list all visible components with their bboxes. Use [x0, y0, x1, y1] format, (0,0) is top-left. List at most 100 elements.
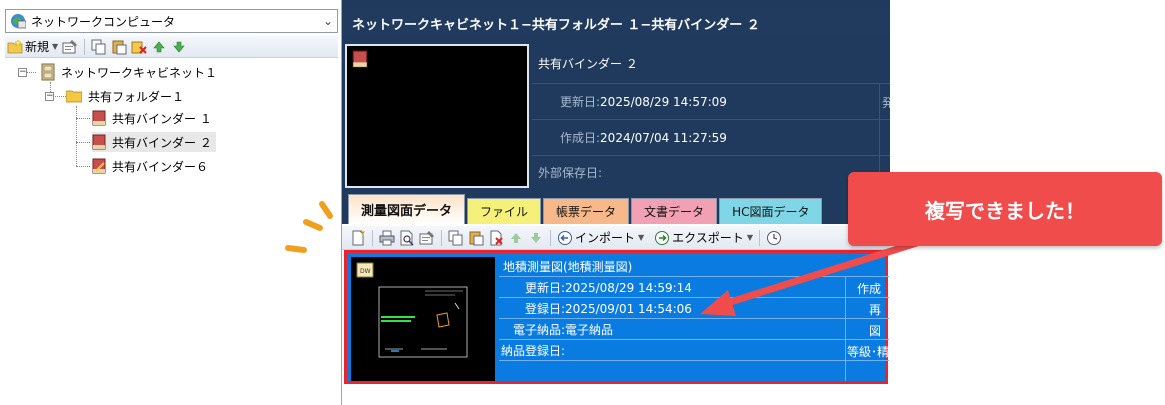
tree-node-label: 共有バインダー １	[112, 111, 212, 126]
import-label: インポート	[575, 231, 636, 245]
binder-preview	[345, 44, 529, 188]
delete-icon	[490, 230, 503, 245]
tree-node-cabinet[interactable]: − ネットワークキャビネット１	[18, 62, 217, 82]
folder-icon	[66, 90, 82, 103]
tab-survey-drawing[interactable]: 測量図面データ	[348, 194, 466, 224]
import-button[interactable]: インポート ▼	[555, 228, 646, 248]
print-button[interactable]	[377, 228, 397, 248]
binder-info-panel: 共有バインダー ２ 更新日: 2025/08/29 14:57:09 作成日: …	[342, 40, 890, 190]
toolbar-separator	[372, 229, 373, 246]
callout-text: 複写できました！	[925, 198, 1085, 223]
record-delivery-date-row: 納品登録日:	[499, 340, 889, 361]
copy-icon	[91, 39, 106, 54]
record-delivery: 電子納品:電子納品	[513, 322, 614, 337]
right-pane: ネットワークキャビネット１−共有フォルダー １−共有バインダー ２ 共有バインダ…	[342, 0, 890, 405]
tree-connector	[76, 142, 90, 143]
cabinet-tree: − ネットワークキャビネット１ − 共有フォルダー１ 共有バインダー １ 共有バ…	[12, 62, 334, 182]
new-button[interactable]: 新規 ▼	[5, 37, 60, 57]
copy-button[interactable]	[446, 228, 466, 248]
tree-node-label: 共有バインダー ２	[112, 135, 212, 150]
move-up-button[interactable]	[149, 37, 169, 57]
data-tabs: 測量図面データ ファイル 帳票データ 文書データ HC図面データ	[348, 194, 824, 224]
export-arrow-icon	[655, 230, 670, 245]
tree-node-folder[interactable]: − 共有フォルダー１	[45, 86, 184, 106]
move-down-button[interactable]	[169, 37, 189, 57]
collapse-toggle[interactable]: −	[45, 91, 54, 101]
binder-icon	[92, 110, 106, 126]
external-label: 外部保存日:	[538, 165, 603, 180]
record-registered: 登録日:2025/09/01 14:54:06	[525, 301, 692, 316]
move-down-button[interactable]	[526, 228, 546, 248]
print-preview-icon	[400, 230, 414, 246]
survey-drawing-preview: DW	[356, 262, 468, 358]
tree-connector	[76, 118, 90, 119]
computer-selector[interactable]: ネットワークコンピュータ ⌄	[5, 9, 338, 33]
arrow-down-icon	[173, 41, 185, 52]
external-row: 外部保存日:	[532, 156, 890, 188]
binder-edit-icon	[92, 158, 106, 174]
move-up-button[interactable]	[506, 228, 526, 248]
tab-document-data[interactable]: 文書データ	[631, 198, 718, 224]
tree-toolbar: 新規 ▼	[5, 36, 338, 58]
chevron-down-icon[interactable]: ⌄	[319, 14, 337, 28]
collapse-toggle[interactable]: −	[18, 67, 27, 77]
copy-icon	[448, 230, 463, 245]
new-document-button[interactable]	[348, 228, 368, 248]
properties-button[interactable]	[417, 228, 437, 248]
copy-button[interactable]	[89, 37, 109, 57]
new-document-icon	[352, 229, 366, 245]
tab-file[interactable]: ファイル	[467, 198, 542, 224]
arrow-down-icon	[531, 232, 541, 243]
new-button-label: 新規	[25, 40, 50, 54]
arrow-up-icon	[153, 41, 165, 52]
binder-name-row: 共有バインダー ２	[532, 44, 890, 84]
delete-button[interactable]	[486, 228, 506, 248]
tree-node-label: 共有フォルダー１	[88, 89, 185, 104]
print-preview-button[interactable]	[397, 228, 417, 248]
tree-connector	[76, 166, 90, 167]
properties-icon	[419, 230, 434, 244]
truncated-column-text: 発	[882, 96, 890, 110]
new-folder-icon	[7, 38, 23, 53]
paste-icon	[469, 231, 484, 245]
updated-value: 2025/08/29 14:57:09	[600, 94, 727, 109]
paste-button[interactable]	[466, 228, 486, 248]
drawing-thumbnail: DW	[351, 257, 495, 381]
tree-node-label: 共有バインダー６	[112, 159, 209, 174]
svg-text:DW: DW	[360, 268, 371, 275]
tree-node-binder-selected[interactable]: 共有バインダー ２	[92, 132, 216, 152]
properties-icon	[62, 39, 78, 53]
tree-node-label: ネットワークキャビネット１	[61, 65, 218, 80]
toolbar-separator	[84, 38, 86, 55]
printer-icon	[379, 230, 395, 245]
toolbar-separator	[550, 229, 551, 246]
paste-button[interactable]	[109, 37, 129, 57]
paste-icon	[112, 40, 127, 54]
callout-arrow	[700, 236, 930, 316]
tree-node-binder[interactable]: 共有バインダー６	[92, 156, 208, 176]
record-delivery-date: 納品登録日:	[501, 343, 566, 358]
properties-button[interactable]	[60, 37, 80, 57]
created-value: 2024/07/04 11:27:59	[600, 130, 727, 145]
delete-button[interactable]	[129, 37, 149, 57]
tab-hc-drawing[interactable]: HC図面データ	[719, 198, 823, 224]
cabinet-icon	[41, 63, 55, 81]
record-title: 地積測量図(地積測量図)	[503, 259, 633, 274]
network-computer-icon	[11, 14, 26, 29]
dropdown-arrow-icon[interactable]: ▼	[638, 233, 644, 242]
tab-form-data[interactable]: 帳票データ	[543, 198, 630, 224]
record-updated: 更新日:2025/08/29 14:59:14	[525, 280, 692, 295]
binder-name: 共有バインダー ２	[538, 57, 638, 71]
copy-complete-callout: 複写できました！	[848, 172, 1162, 246]
emphasis-marks-decoration	[285, 201, 333, 253]
binder-icon	[92, 134, 106, 150]
created-label: 作成日:	[560, 131, 601, 145]
import-arrow-icon	[558, 230, 572, 245]
dropdown-arrow-icon[interactable]: ▼	[52, 42, 58, 51]
record-empty-row	[499, 361, 889, 382]
created-row: 作成日: 2024/07/04 11:27:59	[532, 120, 890, 156]
binder-icon	[352, 50, 368, 68]
tree-node-binder[interactable]: 共有バインダー １	[92, 108, 212, 128]
updated-label: 更新日:	[560, 95, 601, 109]
computer-selector-value: ネットワークコンピュータ	[31, 14, 176, 29]
